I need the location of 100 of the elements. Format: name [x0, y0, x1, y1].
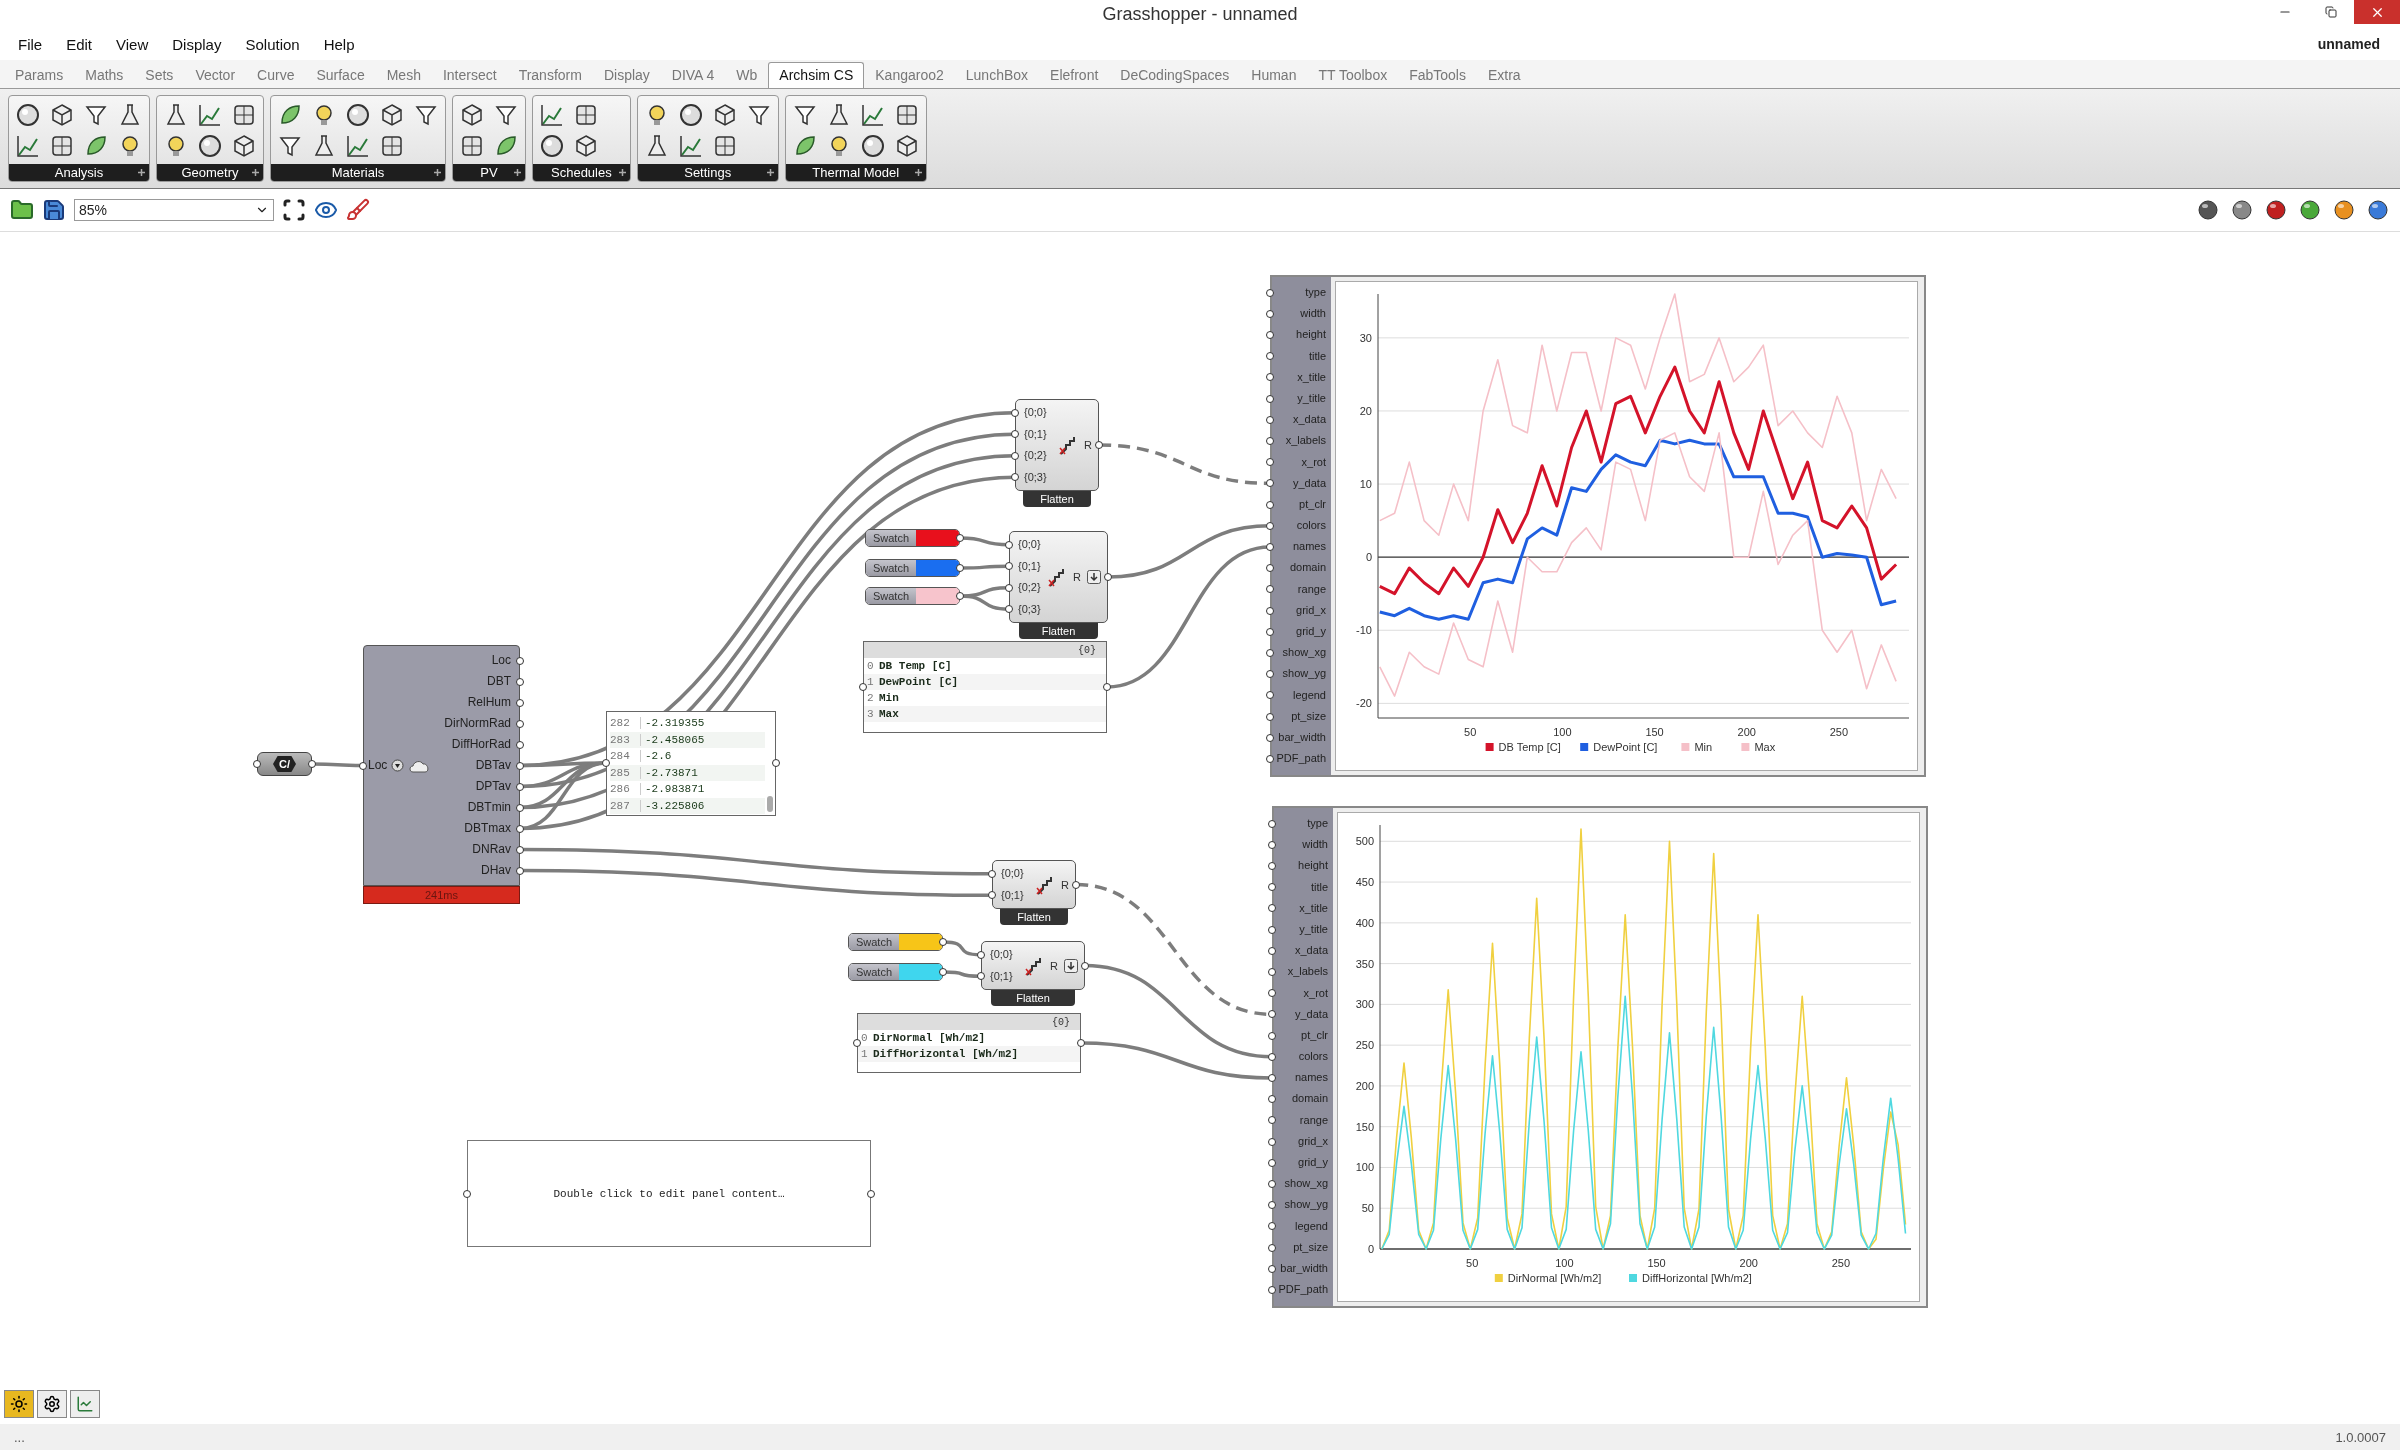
tab[interactable]: Params: [4, 62, 75, 88]
tab[interactable]: Archsim CS: [768, 62, 865, 88]
merge-component[interactable]: {0;0} {0;1} {0;2} {0;3} R: [1009, 531, 1108, 623]
port[interactable]: [1266, 373, 1274, 382]
expand-icon[interactable]: [514, 169, 521, 176]
sphere-icon[interactable]: [2196, 198, 2220, 222]
port[interactable]: [1268, 968, 1276, 976]
expand-icon[interactable]: [138, 169, 145, 176]
port[interactable]: [1011, 408, 1019, 417]
tab[interactable]: Human: [1240, 62, 1308, 88]
sphere-icon[interactable]: [2366, 198, 2390, 222]
sphere-icon[interactable]: [677, 101, 704, 128]
sphere-icon[interactable]: [2332, 198, 2356, 222]
port[interactable]: [308, 760, 316, 768]
brush-icon[interactable]: [346, 198, 370, 222]
port[interactable]: [956, 592, 964, 600]
port[interactable]: [1268, 1031, 1276, 1040]
port[interactable]: [977, 950, 985, 959]
port[interactable]: [867, 1189, 875, 1198]
menu-item[interactable]: Display: [162, 31, 232, 57]
down-arrow-icon[interactable]: [1064, 958, 1078, 973]
port[interactable]: [988, 869, 996, 878]
port[interactable]: [956, 534, 964, 542]
port[interactable]: [516, 761, 524, 770]
tab[interactable]: FabTools: [1398, 62, 1477, 88]
menu-item[interactable]: Help: [313, 31, 365, 57]
port[interactable]: [1268, 1264, 1276, 1273]
port[interactable]: [1104, 573, 1112, 581]
merge-component[interactable]: {0;0} {0;1} R: [992, 860, 1076, 909]
port[interactable]: [1266, 415, 1274, 424]
menu-item[interactable]: File: [8, 31, 53, 57]
port[interactable]: [516, 803, 524, 812]
port[interactable]: [977, 972, 985, 981]
color-swatch[interactable]: [916, 530, 959, 546]
port[interactable]: [1266, 649, 1274, 657]
port[interactable]: [1268, 1095, 1276, 1104]
port[interactable]: [1268, 819, 1276, 828]
tab[interactable]: Maths: [74, 62, 135, 88]
port[interactable]: [1268, 1243, 1276, 1252]
port[interactable]: [1266, 458, 1274, 467]
port[interactable]: [1266, 309, 1274, 318]
port[interactable]: [1268, 1137, 1276, 1146]
expand-icon[interactable]: [618, 169, 626, 176]
port[interactable]: [1268, 883, 1276, 892]
port[interactable]: [1266, 543, 1274, 551]
tab[interactable]: Extra: [1477, 62, 1532, 88]
port[interactable]: [1268, 1222, 1276, 1231]
color-swatch[interactable]: [916, 588, 959, 604]
chart-button[interactable]: [70, 1390, 100, 1418]
color-swatch[interactable]: [899, 964, 942, 980]
port[interactable]: [1268, 862, 1276, 870]
port[interactable]: [1103, 683, 1111, 691]
port[interactable]: [1266, 712, 1274, 721]
sun-button[interactable]: [4, 1390, 34, 1418]
port[interactable]: [1268, 1010, 1276, 1019]
port[interactable]: [516, 782, 524, 791]
sphere-icon[interactable]: [2230, 198, 2254, 222]
port[interactable]: [1266, 606, 1274, 615]
port[interactable]: [1266, 755, 1274, 763]
expand-icon[interactable]: [252, 169, 259, 176]
port[interactable]: [1268, 904, 1276, 913]
port[interactable]: [253, 760, 261, 768]
tab[interactable]: Intersect: [431, 62, 508, 88]
port[interactable]: [516, 824, 524, 833]
port[interactable]: [1005, 540, 1013, 549]
location-param[interactable]: C/: [257, 752, 312, 776]
tab[interactable]: Sets: [134, 62, 185, 88]
tab[interactable]: Mesh: [375, 62, 432, 88]
port[interactable]: [1268, 1180, 1276, 1188]
tab[interactable]: Vector: [184, 62, 247, 88]
settings-button[interactable]: [37, 1390, 67, 1418]
port[interactable]: [956, 564, 964, 572]
sphere-icon[interactable]: [15, 101, 41, 128]
port[interactable]: [1268, 1074, 1276, 1082]
port[interactable]: [1266, 331, 1274, 339]
sphere-icon[interactable]: [2298, 198, 2322, 222]
port[interactable]: [1266, 585, 1274, 594]
sphere-icon[interactable]: [539, 132, 565, 159]
port[interactable]: [463, 1189, 471, 1198]
tab[interactable]: Display: [592, 62, 661, 88]
menu-item[interactable]: View: [106, 31, 159, 57]
text-panel[interactable]: {0} 0 DB Temp [C] 1 DewPoint [C] 2 Min 3 Max: [863, 641, 1107, 733]
scroll-thumb[interactable]: [767, 796, 773, 812]
port[interactable]: [1268, 989, 1276, 998]
zoom-extents-icon[interactable]: [282, 198, 306, 222]
text-panel[interactable]: Double click to edit panel content…: [467, 1140, 871, 1247]
data-panel[interactable]: 282 -2.319355 283 -2.458065 284 -2.6 285 -2.73871 286 -2.983871 287 -3.225806: [606, 711, 776, 816]
port[interactable]: [516, 845, 524, 854]
port[interactable]: [1011, 430, 1019, 439]
port[interactable]: [1005, 562, 1013, 571]
sphere-icon[interactable]: [859, 132, 886, 159]
port[interactable]: [516, 866, 524, 875]
port[interactable]: [516, 740, 524, 749]
tab[interactable]: TT Toolbox: [1307, 62, 1399, 88]
port[interactable]: [1268, 946, 1276, 955]
text-panel[interactable]: {0} 0 DirNormal [Wh/m2] 1 DiffHorizontal [Wh/m2]: [857, 1013, 1081, 1073]
port[interactable]: [1268, 1201, 1276, 1210]
cube-icon[interactable]: [231, 132, 257, 159]
port[interactable]: [1266, 352, 1274, 361]
port[interactable]: [516, 677, 524, 686]
